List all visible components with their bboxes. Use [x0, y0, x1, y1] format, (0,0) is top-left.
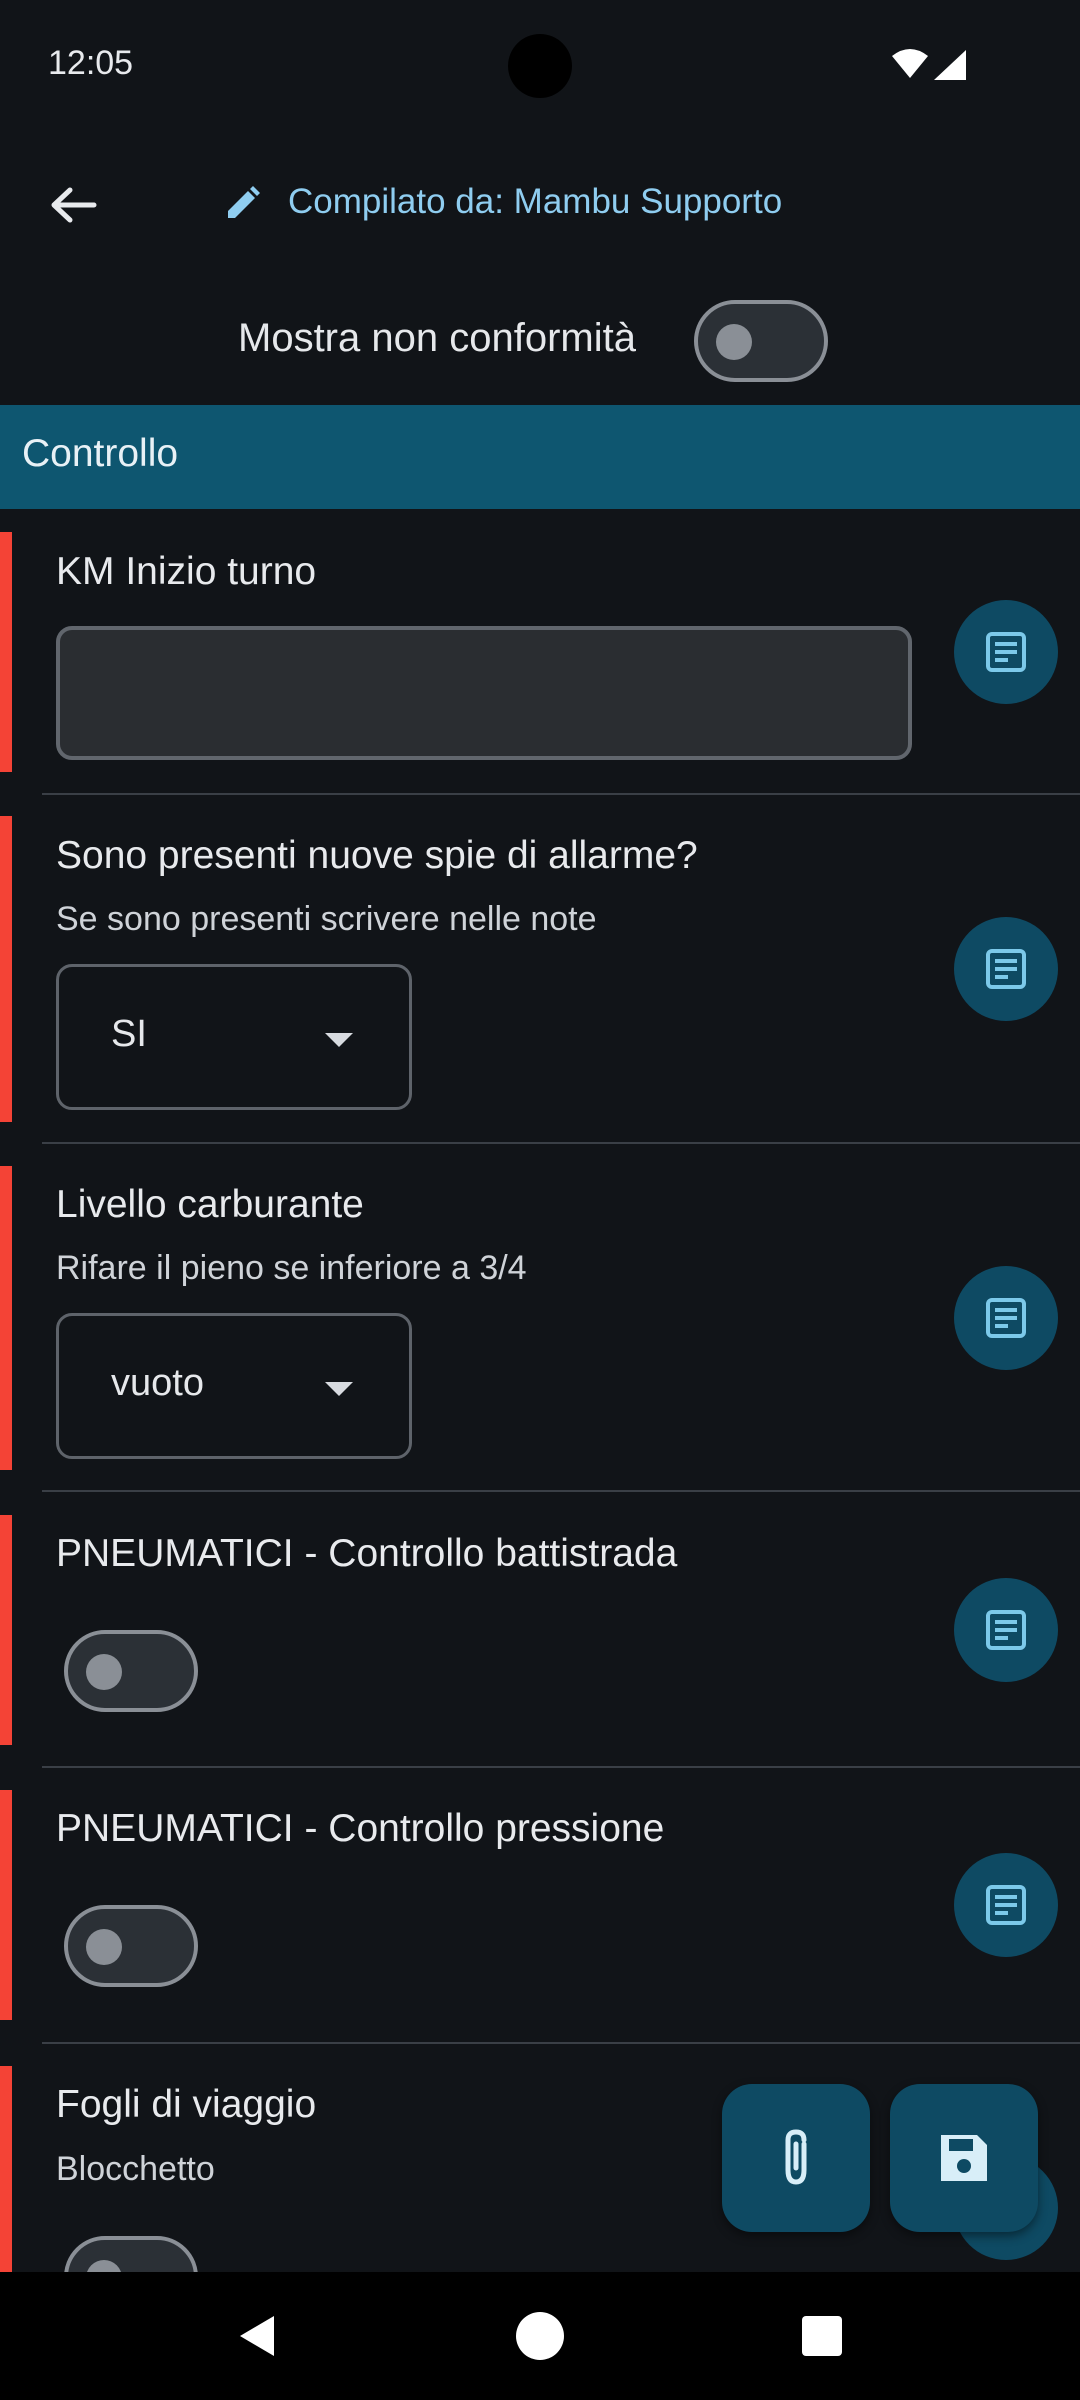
toggle-knob: [86, 1929, 122, 1965]
dropdown-arrow-icon: [325, 1033, 353, 1047]
item-subtitle: Blocchetto: [56, 2150, 215, 2188]
item-title: Sono presenti nuove spie di allarme?: [56, 834, 698, 877]
km-start-input[interactable]: [56, 626, 912, 760]
divider: [42, 1766, 1080, 1768]
required-indicator: [0, 1515, 12, 1745]
note-button[interactable]: [954, 917, 1058, 1021]
item-title: Fogli di viaggio: [56, 2083, 317, 2126]
travel-sheets-toggle[interactable]: [64, 2236, 198, 2272]
save-button[interactable]: [890, 2084, 1038, 2232]
toggle-knob: [86, 2260, 122, 2272]
note-button[interactable]: [954, 1853, 1058, 1957]
nav-back-icon[interactable]: [234, 2314, 278, 2358]
fuel-level-dropdown[interactable]: vuoto: [56, 1313, 412, 1459]
item-title: Livello carburante: [56, 1183, 364, 1226]
pencil-icon: [228, 186, 260, 218]
tread-check-toggle[interactable]: [64, 1630, 198, 1712]
floppy-disk-icon: [941, 2135, 987, 2181]
alarm-lights-dropdown[interactable]: SI: [56, 964, 412, 1110]
divider: [42, 1490, 1080, 1492]
toggle-knob: [86, 1654, 122, 1690]
note-icon: [986, 1610, 1026, 1650]
item-subtitle: Rifare il pieno se inferiore a 3/4: [56, 1249, 527, 1287]
required-indicator: [0, 1166, 12, 1470]
camera-cutout: [508, 34, 572, 98]
divider: [42, 1142, 1080, 1144]
show-nonconformity-toggle[interactable]: [694, 300, 828, 382]
note-button[interactable]: [954, 1266, 1058, 1370]
item-subtitle: Se sono presenti scrivere nelle note: [56, 900, 597, 938]
section-title: Controllo: [22, 432, 179, 475]
show-nonconformity-label: Mostra non conformità: [238, 316, 636, 360]
back-arrow-icon[interactable]: [44, 180, 104, 230]
dropdown-value: SI: [111, 1013, 147, 1055]
nav-recents-icon[interactable]: [802, 2316, 842, 2356]
item-title: KM Inizio turno: [56, 550, 317, 593]
toggle-knob: [716, 324, 752, 360]
divider: [42, 2042, 1080, 2044]
dropdown-arrow-icon: [325, 1382, 353, 1396]
compiled-by-label: Compilato da: Mambu Supporto: [288, 182, 783, 221]
required-indicator: [0, 816, 12, 1122]
required-indicator: [0, 532, 12, 772]
note-icon: [986, 949, 1026, 989]
note-button[interactable]: [954, 1578, 1058, 1682]
signal-icon: [934, 50, 966, 80]
pressure-check-toggle[interactable]: [64, 1905, 198, 1987]
dropdown-value: vuoto: [111, 1362, 204, 1404]
item-title: PNEUMATICI - Controllo battistrada: [56, 1532, 678, 1575]
status-time: 12:05: [48, 44, 134, 82]
attach-button[interactable]: [722, 2084, 870, 2232]
note-button[interactable]: [954, 600, 1058, 704]
required-indicator: [0, 1790, 12, 2020]
paperclip-icon: [785, 2129, 807, 2185]
nav-home-icon[interactable]: [516, 2312, 564, 2360]
wifi-icon: [892, 49, 928, 78]
note-icon: [986, 632, 1026, 672]
item-title: PNEUMATICI - Controllo pressione: [56, 1807, 665, 1850]
note-icon: [986, 1298, 1026, 1338]
note-icon: [986, 1885, 1026, 1925]
divider: [42, 793, 1080, 795]
